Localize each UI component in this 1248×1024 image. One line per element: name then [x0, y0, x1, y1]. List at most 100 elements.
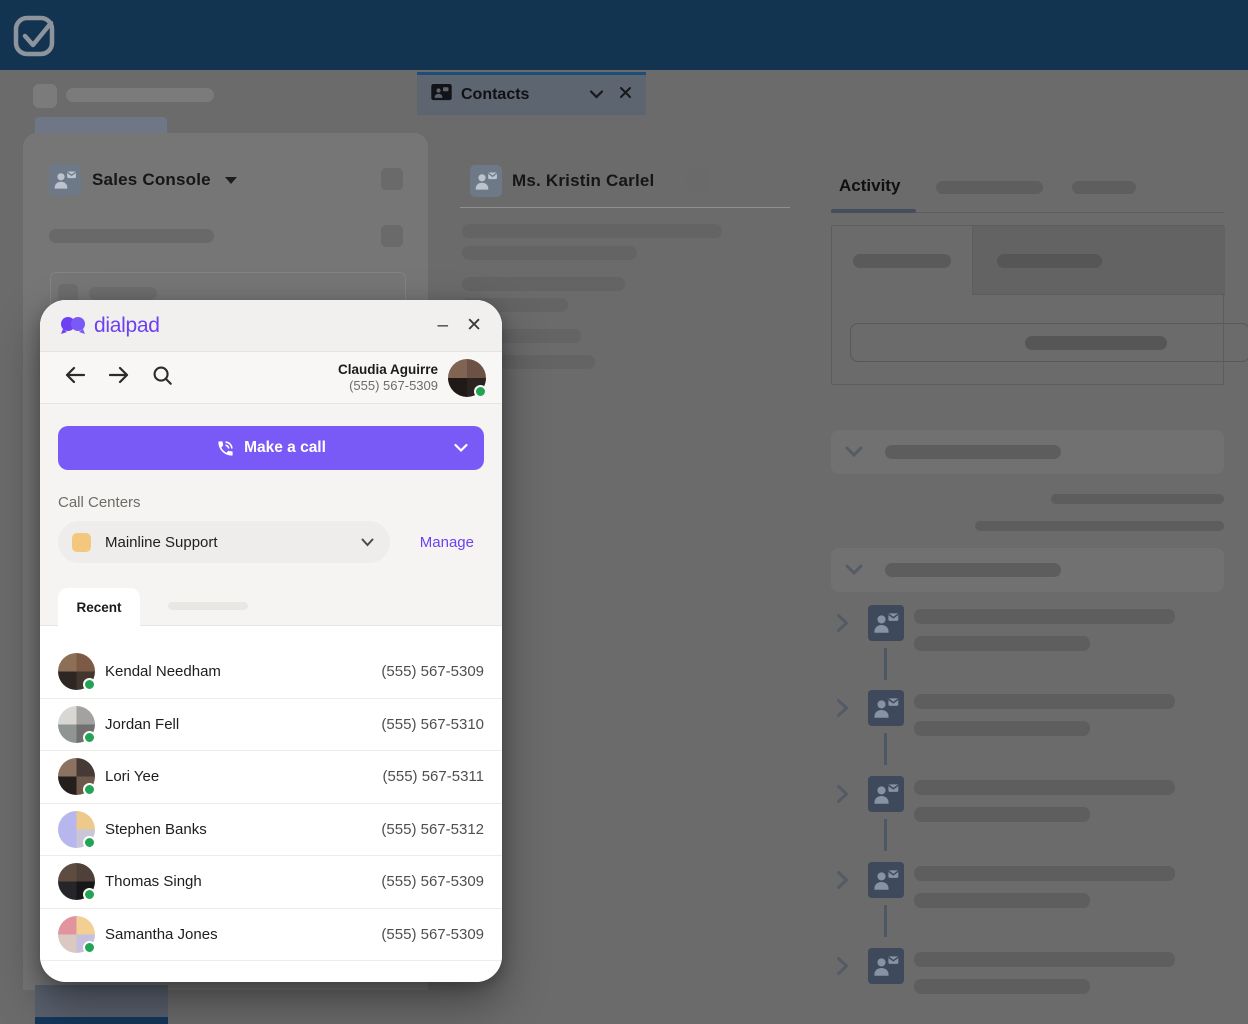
timeline-item[interactable]	[831, 776, 1248, 862]
timeline-connector	[884, 905, 887, 937]
minimize-icon[interactable]: –	[438, 316, 449, 335]
placeholder-pill	[914, 636, 1090, 651]
tab-contacts[interactable]: Contacts	[417, 72, 646, 115]
contact-card-icon	[470, 165, 502, 197]
contact-card-icon	[868, 605, 904, 646]
avatar	[58, 653, 95, 690]
contact-name: Samantha Jones	[105, 926, 218, 943]
recent-contact-row[interactable]: Stephen Banks (555) 567-5312	[40, 804, 502, 857]
contact-card-icon	[868, 948, 904, 989]
call-center-select[interactable]: Mainline Support	[58, 521, 390, 563]
app-title[interactable]: Sales Console	[92, 170, 237, 190]
make-a-call-button[interactable]: Make a call	[58, 426, 484, 470]
screen: Sales Console Contacts Ms. Kristin Carle…	[0, 0, 1248, 1024]
placeholder-pill	[49, 229, 214, 243]
placeholder-pill	[1072, 181, 1136, 194]
placeholder-pill	[936, 181, 1043, 194]
contact-name: Thomas Singh	[105, 873, 202, 890]
contact-phone: (555) 567-5309	[381, 663, 484, 680]
chevron-right-icon[interactable]	[836, 613, 849, 638]
contact-name: Stephen Banks	[105, 821, 207, 838]
placeholder-pill	[914, 979, 1090, 994]
tab-placeholder[interactable]	[168, 602, 248, 610]
timeline-connector	[884, 819, 887, 851]
check-logo-icon	[10, 10, 60, 65]
placeholder-square	[686, 169, 708, 191]
chevron-right-icon[interactable]	[836, 956, 849, 981]
contact-phone: (555) 567-5311	[383, 768, 484, 785]
recent-contact-row[interactable]: Kendal Needham (555) 567-5309	[40, 646, 502, 699]
chevron-right-icon[interactable]	[836, 784, 849, 809]
user-name: Claudia Aguirre	[338, 362, 438, 377]
placeholder-pill	[66, 88, 214, 102]
collapsible-section[interactable]	[831, 548, 1224, 592]
brand-wordmark: dialpad	[94, 314, 160, 338]
manage-link[interactable]: Manage	[420, 534, 474, 551]
placeholder-pill	[462, 224, 722, 238]
placeholder-pill	[1025, 336, 1167, 350]
timeline-item[interactable]	[831, 862, 1248, 948]
collapsible-section[interactable]	[831, 430, 1224, 474]
search-icon[interactable]	[152, 365, 173, 391]
divider	[460, 207, 790, 208]
recent-contact-row[interactable]: Jordan Fell (555) 567-5310	[40, 699, 502, 752]
contact-name: Jordan Fell	[105, 716, 179, 733]
dialpad-logo-icon	[60, 316, 87, 335]
placeholder-pill	[914, 780, 1175, 795]
recent-contact-row[interactable]: Thomas Singh (555) 567-5309	[40, 856, 502, 909]
background-footer-block	[35, 985, 168, 1024]
close-tab-icon[interactable]	[619, 86, 632, 104]
contact-phone: (555) 567-5310	[381, 716, 484, 733]
placeholder-square	[33, 84, 57, 108]
contact-card-icon	[868, 776, 904, 817]
back-icon[interactable]	[64, 365, 86, 390]
placeholder-pill	[914, 721, 1090, 736]
caret-down-icon	[225, 177, 237, 184]
recent-contacts-list: Kendal Needham (555) 567-5309 Jordan Fel…	[40, 626, 502, 982]
placeholder-pill	[1051, 494, 1224, 504]
contact-card-icon	[868, 862, 904, 903]
widget-navbar: Claudia Aguirre (555) 567-5309	[40, 352, 502, 404]
chevron-down-icon[interactable]	[454, 444, 468, 453]
call-centers-label: Call Centers	[58, 494, 484, 511]
dialpad-widget: dialpad – ✕ Claudia Aguirre (555) 567-53…	[40, 300, 502, 982]
contact-name: Kendal Needham	[105, 663, 221, 680]
avatar	[58, 863, 95, 900]
tab-recent[interactable]: Recent	[58, 588, 140, 626]
chevron-down-icon[interactable]	[589, 86, 604, 104]
active-tab-underline	[831, 209, 916, 213]
dialpad-logo: dialpad	[60, 314, 160, 338]
chevron-right-icon[interactable]	[836, 698, 849, 723]
chevron-right-icon[interactable]	[836, 870, 849, 895]
recent-contact-row[interactable]: Samantha Jones (555) 567-5309	[40, 909, 502, 962]
presence-indicator	[83, 783, 96, 796]
placeholder-square	[381, 168, 403, 190]
contact-card-icon	[868, 690, 904, 731]
timeline-item[interactable]	[831, 690, 1248, 776]
presence-indicator	[83, 836, 96, 849]
widget-titlebar: dialpad – ✕	[40, 300, 502, 352]
contact-card-icon	[431, 84, 452, 106]
recent-contact-row[interactable]: Lori Yee (555) 567-5311	[40, 751, 502, 804]
forward-icon[interactable]	[108, 365, 130, 390]
composer-tab[interactable]	[972, 226, 1225, 295]
placeholder-pill	[885, 445, 1061, 459]
current-user[interactable]: Claudia Aguirre (555) 567-5309	[338, 359, 486, 397]
timeline-item[interactable]	[831, 948, 1248, 1024]
composer-input[interactable]	[850, 323, 1248, 362]
placeholder-pill	[914, 866, 1175, 881]
timeline-item[interactable]	[831, 605, 1248, 691]
chevron-down-icon	[845, 446, 863, 458]
contact-phone: (555) 567-5309	[381, 926, 484, 943]
presence-indicator	[83, 731, 96, 744]
close-icon[interactable]: ✕	[466, 316, 482, 335]
tab-label: Contacts	[461, 86, 529, 104]
presence-indicator	[474, 385, 487, 398]
avatar	[58, 706, 95, 743]
contact-phone: (555) 567-5309	[381, 873, 484, 890]
contact-record-name: Ms. Kristin Carlel	[512, 171, 654, 191]
tab-activity[interactable]: Activity	[839, 176, 900, 196]
avatar	[58, 758, 95, 795]
placeholder-pill	[885, 563, 1061, 577]
top-navy-bar	[0, 0, 1248, 70]
